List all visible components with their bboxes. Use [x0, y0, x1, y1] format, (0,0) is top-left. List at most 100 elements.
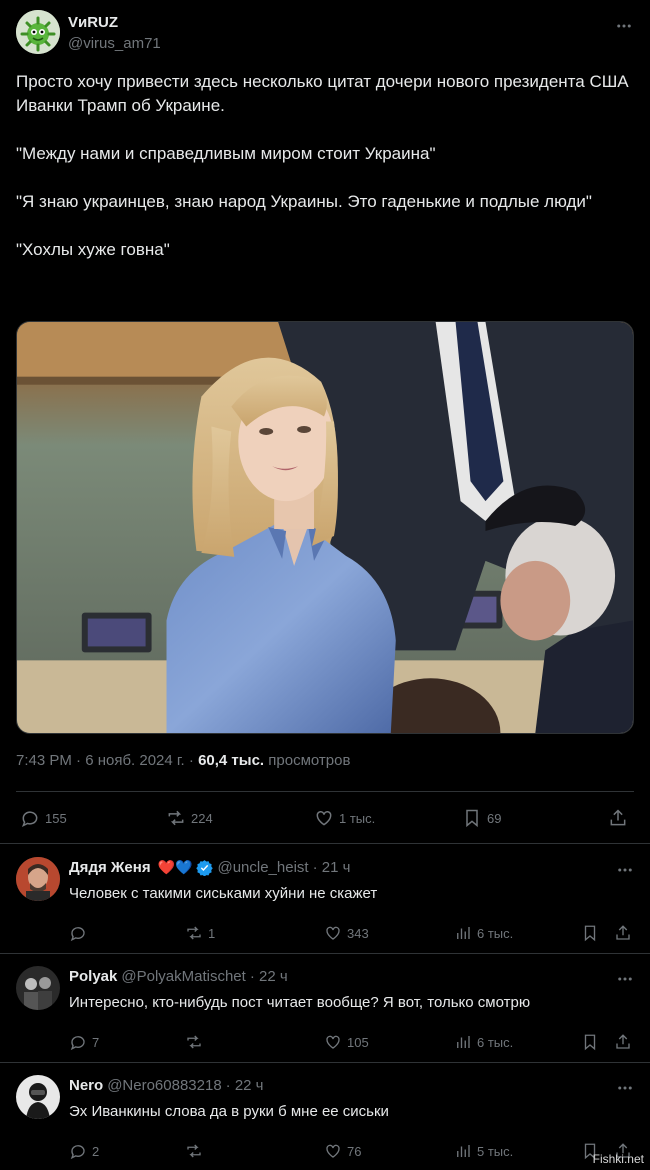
- reply-avatar[interactable]: [16, 966, 60, 1010]
- reply-display-name[interactable]: Дядя Женя: [69, 859, 151, 876]
- like-button[interactable]: 76: [324, 1139, 361, 1163]
- repost-count: 224: [191, 810, 213, 826]
- share-button[interactable]: [614, 921, 637, 945]
- author-name-block[interactable]: VиRUZ @virus_am71: [68, 14, 161, 52]
- share-button[interactable]: [614, 1030, 637, 1054]
- bookmark-button[interactable]: 69: [462, 806, 501, 830]
- view-count: 5 тыс.: [477, 1143, 514, 1159]
- repost-button[interactable]: 224: [166, 806, 213, 830]
- repost-icon: [168, 810, 184, 826]
- reply-count: 155: [45, 810, 67, 826]
- reply-icon: [21, 811, 38, 828]
- reply-actions: 1 343 6 тыс.: [69, 921, 634, 943]
- post-paragraph: Просто хочу привести здесь несколько цит…: [16, 72, 629, 115]
- reply-icon: [70, 1036, 85, 1051]
- reply-handle[interactable]: @Nero60883218: [107, 1077, 221, 1094]
- share-icon: [616, 1034, 630, 1049]
- reply-time[interactable]: · 21 ч: [313, 859, 351, 876]
- divider: [0, 1062, 650, 1063]
- repost-icon: [187, 1144, 201, 1158]
- repost-button[interactable]: [185, 1139, 208, 1163]
- like-button[interactable]: 343: [324, 921, 369, 945]
- reply-button[interactable]: 2: [69, 1139, 99, 1163]
- heart-icon: [326, 1035, 340, 1049]
- like-button[interactable]: 1 тыс.: [314, 806, 375, 830]
- post-paragraph: "Хохлы хуже говна": [16, 240, 170, 259]
- view-count: 6 тыс.: [477, 1034, 514, 1050]
- bookmark-icon: [466, 809, 478, 828]
- reply-header: Polyak @PolyakMatischet · 22 ч: [69, 968, 288, 985]
- bookmark-icon: [584, 1034, 596, 1051]
- repost-button[interactable]: 1: [185, 921, 215, 945]
- bookmark-count: 69: [487, 810, 502, 826]
- more-options-button[interactable]: [616, 970, 634, 993]
- views-button[interactable]: 5 тыс.: [454, 1139, 513, 1163]
- more-icon: [618, 977, 632, 981]
- analytics-icon: [457, 927, 470, 939]
- more-options-button[interactable]: [616, 1079, 634, 1102]
- bookmark-button[interactable]: [581, 921, 604, 945]
- view-count: 6 тыс.: [477, 925, 514, 941]
- analytics-icon: [457, 1036, 470, 1048]
- more-options-button[interactable]: [614, 16, 634, 36]
- repost-button[interactable]: [185, 1030, 208, 1054]
- view-count: 60,4 тыс.: [198, 752, 265, 769]
- reply-count: 2: [92, 1143, 100, 1159]
- reply-icon: [70, 927, 85, 942]
- heart-icon: [326, 1144, 340, 1158]
- author-avatar[interactable]: [16, 10, 60, 54]
- post-meta: 7:43 PM · 6 нояб. 2024 г. · 60,4 тыс. пр…: [16, 752, 350, 769]
- like-count: 105: [347, 1034, 369, 1050]
- like-count: 76: [347, 1143, 362, 1159]
- post-text: Просто хочу привести здесь несколько цит…: [16, 70, 636, 262]
- reply-count: 7: [92, 1034, 100, 1050]
- reply-actions: 7 105 6 тыс.: [69, 1030, 634, 1052]
- reply-text: Интересно, кто-нибудь пост читает вообще…: [69, 994, 531, 1011]
- share-icon: [610, 809, 626, 826]
- views-button[interactable]: 6 тыс.: [454, 1030, 513, 1054]
- views-button[interactable]: 6 тыс.: [454, 921, 513, 945]
- repost-count: 1: [208, 925, 216, 941]
- post-timestamp[interactable]: 7:43 PM · 6 нояб. 2024 г. ·: [16, 752, 194, 769]
- share-icon: [616, 925, 630, 940]
- post-actions: 155 224 1 тыс. 69: [20, 806, 630, 830]
- reply-text: Человек с такими сиськами хуйни не скаже…: [69, 885, 378, 902]
- repost-icon: [187, 926, 201, 940]
- reply-handle[interactable]: @uncle_heist: [217, 859, 308, 876]
- reply-button[interactable]: [69, 921, 92, 945]
- reply-time[interactable]: · 22 ч: [226, 1077, 264, 1094]
- author-display-name[interactable]: VиRUZ: [68, 14, 161, 31]
- divider: [0, 843, 650, 844]
- like-button[interactable]: 105: [324, 1030, 369, 1054]
- more-icon: [618, 1086, 632, 1090]
- reply-avatar[interactable]: [16, 857, 60, 901]
- more-icon: [618, 868, 632, 872]
- share-button[interactable]: [608, 806, 633, 830]
- post-photo[interactable]: [16, 321, 634, 734]
- reply-display-name[interactable]: Nero: [69, 1077, 103, 1094]
- author-handle[interactable]: @virus_am71: [68, 35, 161, 52]
- reply-icon: [70, 1145, 85, 1160]
- reply-button[interactable]: 7: [69, 1030, 99, 1054]
- reply-display-name[interactable]: Polyak: [69, 968, 117, 985]
- heart-icon: [326, 926, 340, 940]
- name-emojis: ❤️💙: [157, 859, 193, 875]
- more-icon: [617, 24, 631, 28]
- like-count: 1 тыс.: [339, 810, 376, 826]
- like-count: 343: [347, 925, 369, 941]
- post-paragraph: "Между нами и справедливым миром стоит У…: [16, 144, 436, 163]
- analytics-icon: [457, 1145, 470, 1157]
- heart-icon: [316, 810, 332, 826]
- reply-actions: 2 76 5 тыс.: [69, 1139, 634, 1161]
- reply-button[interactable]: 155: [20, 806, 67, 830]
- reply-avatar[interactable]: [16, 1075, 60, 1119]
- repost-icon: [187, 1035, 201, 1049]
- reply-header: Дядя Женя ❤️💙 @uncle_heist · 21 ч: [69, 859, 350, 876]
- bookmark-button[interactable]: [581, 1030, 604, 1054]
- reply-text: Эх Иванкины слова да в руки б мне ее сис…: [69, 1103, 389, 1120]
- reply-handle[interactable]: @PolyakMatischet: [121, 968, 245, 985]
- more-options-button[interactable]: [616, 861, 634, 884]
- bookmark-icon: [584, 925, 596, 942]
- reply-time[interactable]: · 22 ч: [250, 968, 288, 985]
- post-header: VиRUZ @virus_am71: [16, 10, 634, 56]
